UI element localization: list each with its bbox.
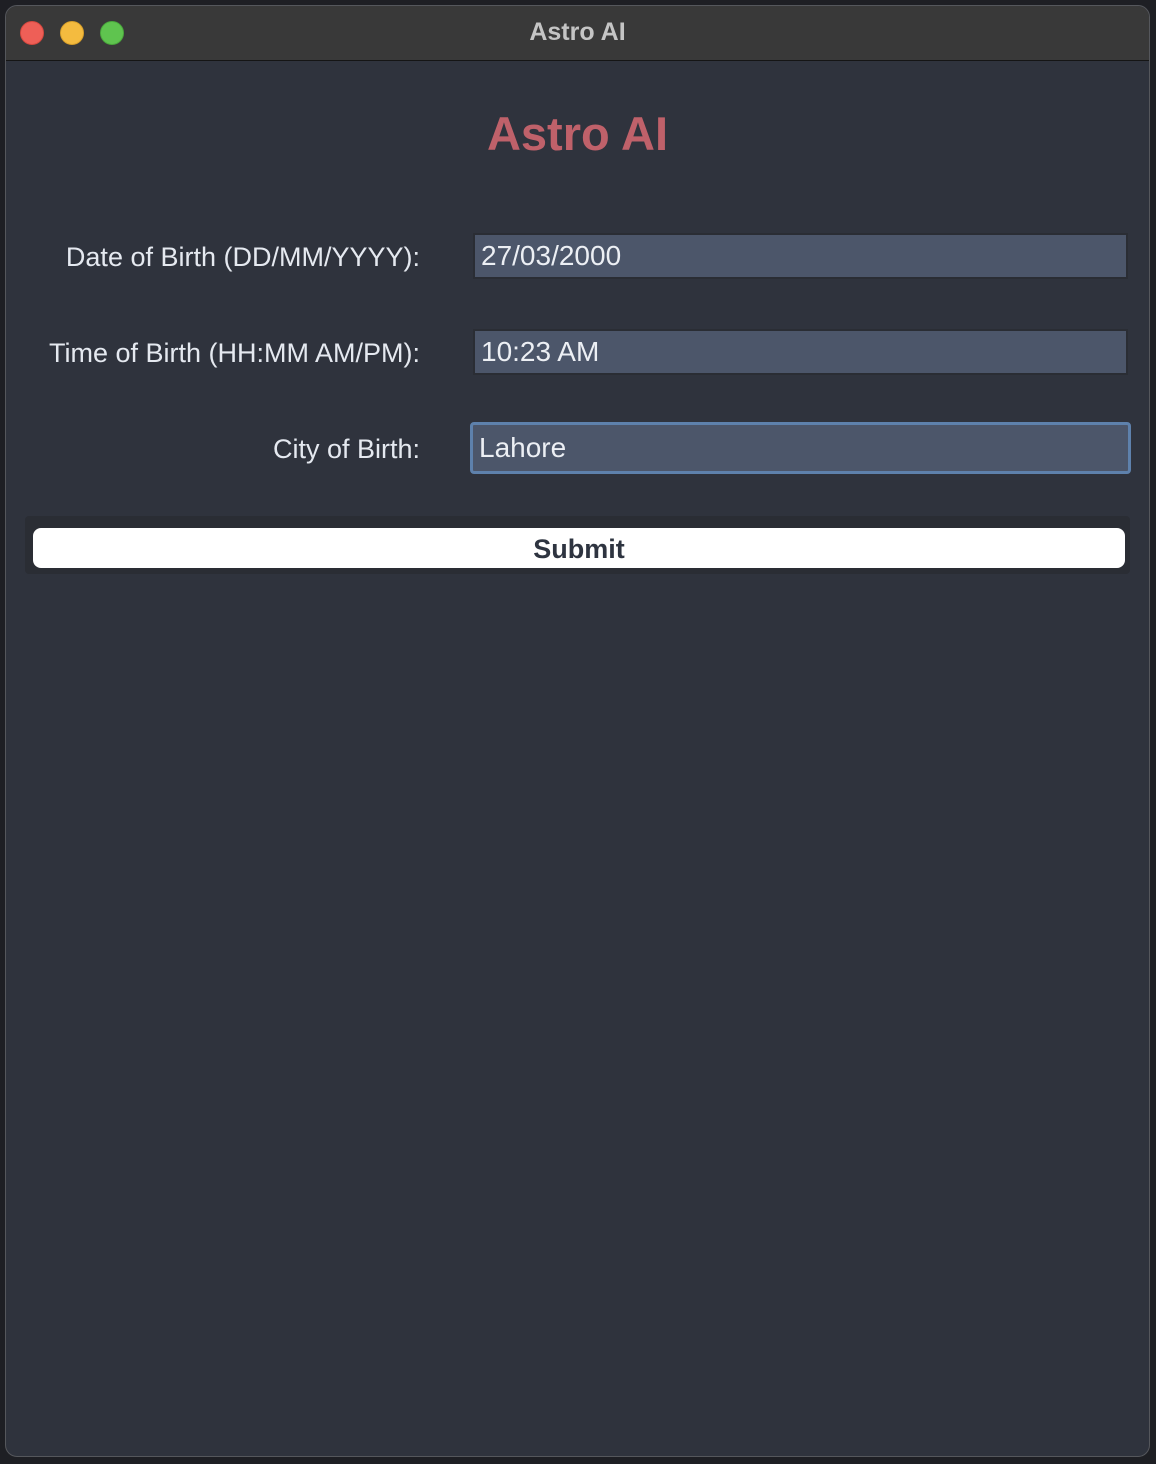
submit-button[interactable]: Submit xyxy=(33,528,1125,568)
city-input[interactable] xyxy=(470,422,1131,474)
tob-input[interactable] xyxy=(473,329,1128,375)
app-heading: Astro AI xyxy=(486,107,669,160)
tob-label: Time of Birth (HH:MM AM/PM): xyxy=(48,338,420,368)
submit-button-container: Submit xyxy=(25,516,1130,574)
app-window: Astro AI Astro AI Date of Birth (DD/MM/Y… xyxy=(5,5,1150,1457)
city-label: City of Birth: xyxy=(272,434,420,464)
window-title: Astro AI xyxy=(529,18,626,46)
dob-label: Date of Birth (DD/MM/YYYY): xyxy=(65,242,420,272)
title-bar[interactable]: Astro AI xyxy=(6,6,1149,61)
dob-input[interactable] xyxy=(473,233,1128,279)
